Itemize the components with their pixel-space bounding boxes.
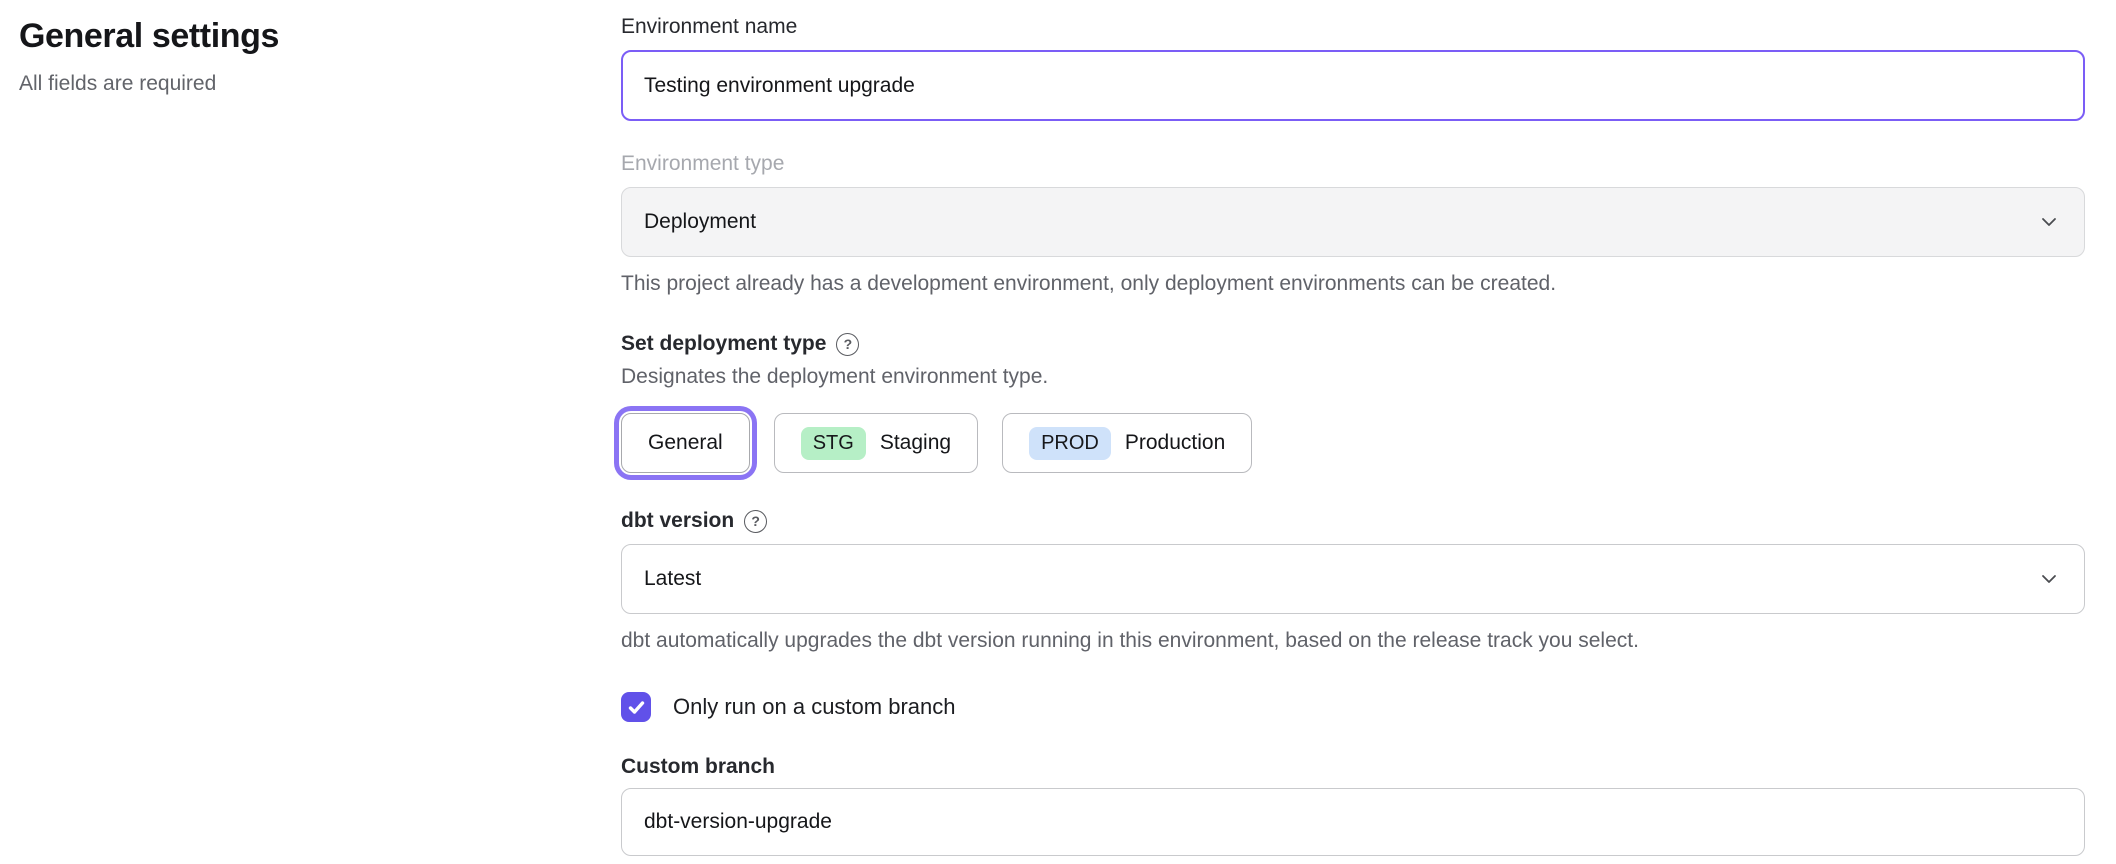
environment-type-label-text: Environment type	[621, 151, 784, 177]
dbt-version-label: dbt version ?	[621, 508, 2085, 534]
environment-type-value: Deployment	[644, 210, 756, 234]
custom-branch-label-text: Custom branch	[621, 754, 775, 780]
page-title: General settings	[19, 17, 621, 56]
environment-type-label: Environment type	[621, 151, 2085, 177]
custom-branch-toggle-row: Only run on a custom branch	[621, 692, 2085, 722]
check-icon	[627, 698, 646, 717]
dbt-version-field: dbt version ? Latest dbt automatically u…	[621, 508, 2085, 654]
help-icon[interactable]: ?	[744, 510, 767, 533]
custom-branch-label: Custom branch	[621, 754, 2085, 780]
staging-badge: STG	[801, 427, 866, 460]
settings-form: Environment name Environment type Deploy…	[621, 14, 2085, 856]
custom-branch-field: Custom branch	[621, 754, 2085, 856]
settings-header: General settings All fields are required	[19, 14, 621, 856]
deployment-type-production-button[interactable]: PROD Production	[1002, 413, 1252, 473]
environment-name-input[interactable]	[621, 50, 2085, 121]
custom-branch-toggle-label[interactable]: Only run on a custom branch	[673, 694, 955, 720]
deployment-type-options: General STG Staging PROD Production	[614, 406, 2085, 480]
production-badge: PROD	[1029, 427, 1111, 460]
deployment-type-staging-label: Staging	[880, 431, 951, 455]
dbt-version-helper: dbt automatically upgrades the dbt versi…	[621, 627, 2085, 654]
deployment-type-helper: Designates the deployment environment ty…	[621, 363, 2085, 390]
deployment-type-label: Set deployment type ?	[621, 331, 2085, 357]
environment-name-label: Environment name	[621, 14, 2085, 40]
deployment-type-label-text: Set deployment type	[621, 331, 826, 357]
environment-type-field: Environment type Deployment This project…	[621, 151, 2085, 297]
environment-settings-page: General settings All fields are required…	[0, 0, 2116, 856]
dbt-version-select[interactable]: Latest	[621, 544, 2085, 614]
dbt-version-value: Latest	[644, 567, 701, 591]
deployment-type-field: Set deployment type ? Designates the dep…	[621, 331, 2085, 480]
deployment-type-staging-button[interactable]: STG Staging	[774, 413, 978, 473]
chevron-down-icon	[2038, 211, 2060, 233]
help-icon[interactable]: ?	[836, 333, 859, 356]
environment-name-field: Environment name	[621, 14, 2085, 121]
chevron-down-icon	[2038, 568, 2060, 590]
custom-branch-checkbox[interactable]	[621, 692, 651, 722]
environment-name-label-text: Environment name	[621, 14, 797, 40]
deployment-type-general-label: General	[648, 431, 723, 455]
environment-type-select[interactable]: Deployment	[621, 187, 2085, 257]
deployment-type-production-label: Production	[1125, 431, 1225, 455]
page-subtitle: All fields are required	[19, 72, 621, 96]
custom-branch-input[interactable]	[621, 788, 2085, 856]
environment-type-helper: This project already has a development e…	[621, 270, 2085, 297]
deployment-type-general-button[interactable]: General	[621, 413, 750, 473]
dbt-version-label-text: dbt version	[621, 508, 734, 534]
